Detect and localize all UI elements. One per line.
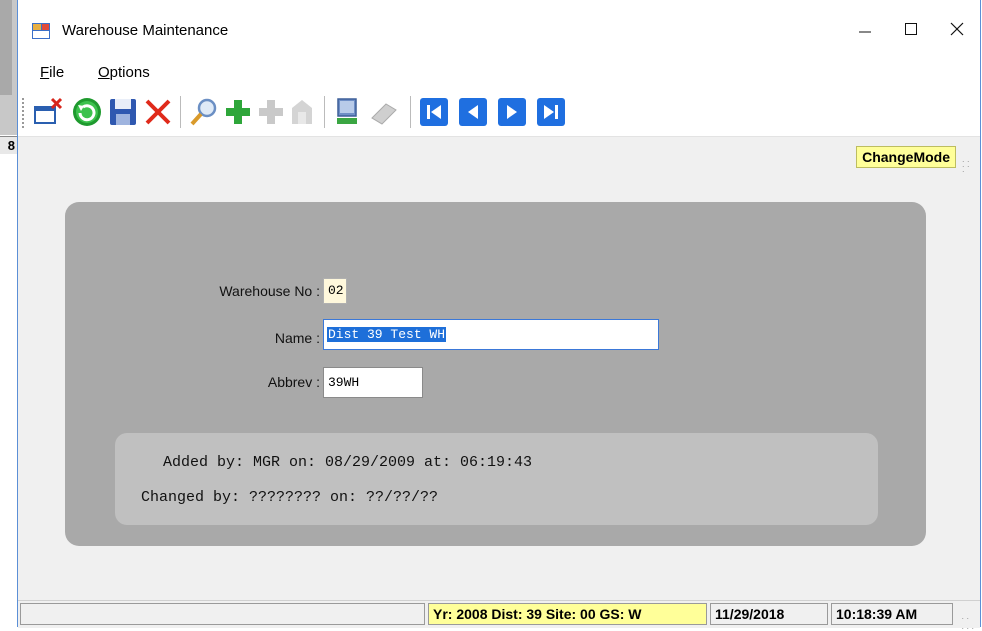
menu-options-accel: O [98, 64, 110, 81]
upload-disabled-icon[interactable] [286, 96, 318, 128]
title-bar: Warehouse Maintenance [18, 0, 980, 58]
new-window-close-icon[interactable] [32, 96, 64, 128]
close-button[interactable] [934, 14, 980, 46]
status-date: 11/29/2018 [710, 603, 828, 625]
app-icon [32, 23, 50, 39]
next-record-icon[interactable] [496, 96, 528, 128]
toolbar-separator [324, 96, 325, 128]
resize-grip-icon: . .. . . [962, 154, 970, 174]
status-time: 10:18:39 AM [831, 603, 953, 625]
computer-icon[interactable] [332, 96, 364, 128]
eraser-disabled-icon[interactable] [368, 96, 400, 128]
name-label: Name : [274, 330, 320, 346]
previous-record-icon[interactable] [457, 96, 489, 128]
maximize-icon [905, 23, 917, 35]
save-icon[interactable] [107, 96, 139, 128]
added-by-text: Added by: MGR on: 08/29/2009 at: 06:19:4… [163, 454, 533, 471]
status-bar: Yr: 2008 Dist: 39 Site: 00 GS: W 11/29/2… [18, 600, 980, 631]
changed-by-text: Changed by: ???????? on: ??/??/?? [141, 489, 439, 506]
menu-bar: File Options [18, 58, 980, 88]
menu-file-accel: F [40, 64, 50, 81]
menu-options[interactable]: Options [98, 64, 150, 81]
abbrev-label: Abbrev : [267, 374, 320, 390]
delete-icon[interactable] [142, 96, 174, 128]
minimize-button[interactable] [842, 14, 888, 46]
content-area: ChangeMode . .. . . Warehouse No : 02 Na… [18, 137, 980, 600]
warehouse-no-field[interactable]: 02 [323, 278, 347, 304]
maximize-button[interactable] [888, 14, 934, 46]
mode-badge: ChangeMode [856, 146, 956, 168]
last-record-icon[interactable] [535, 96, 567, 128]
menu-options-label: ptions [109, 64, 150, 81]
warehouse-form-panel: Warehouse No : 02 Name : Dist 39 Test WH… [65, 202, 926, 546]
audit-info-box: Added by: MGR on: 08/29/2009 at: 06:19:4… [115, 433, 878, 525]
background-window-edge-dark [0, 0, 12, 95]
warehouse-maintenance-window: Warehouse Maintenance File Options Chang… [17, 0, 981, 631]
resize-grip-icon[interactable]: . .. . . [961, 611, 974, 631]
first-record-icon[interactable] [418, 96, 450, 128]
refresh-icon[interactable] [71, 96, 103, 128]
add-disabled-icon[interactable] [255, 96, 287, 128]
abbrev-field[interactable]: 39WH [323, 367, 423, 398]
toolbar-grip[interactable] [22, 98, 27, 128]
background-desktop: 8 [0, 0, 18, 627]
menu-file-label: ile [49, 64, 65, 81]
warehouse-no-label: Warehouse No : [219, 283, 320, 299]
window-title: Warehouse Maintenance [62, 22, 229, 39]
toolbar-separator [410, 96, 411, 128]
minimize-icon [859, 31, 871, 33]
name-field[interactable]: Dist 39 Test WH [323, 319, 659, 350]
toolbar [18, 88, 980, 137]
status-message [20, 603, 425, 625]
status-context: Yr: 2008 Dist: 39 Site: 00 GS: W [428, 603, 707, 625]
add-icon[interactable] [222, 96, 254, 128]
name-value: Dist 39 Test WH [327, 327, 447, 342]
find-icon[interactable] [188, 96, 220, 128]
close-icon [950, 22, 964, 36]
menu-file[interactable]: File [40, 64, 64, 81]
background-edge-text: 8 [0, 136, 18, 154]
toolbar-separator [180, 96, 181, 128]
